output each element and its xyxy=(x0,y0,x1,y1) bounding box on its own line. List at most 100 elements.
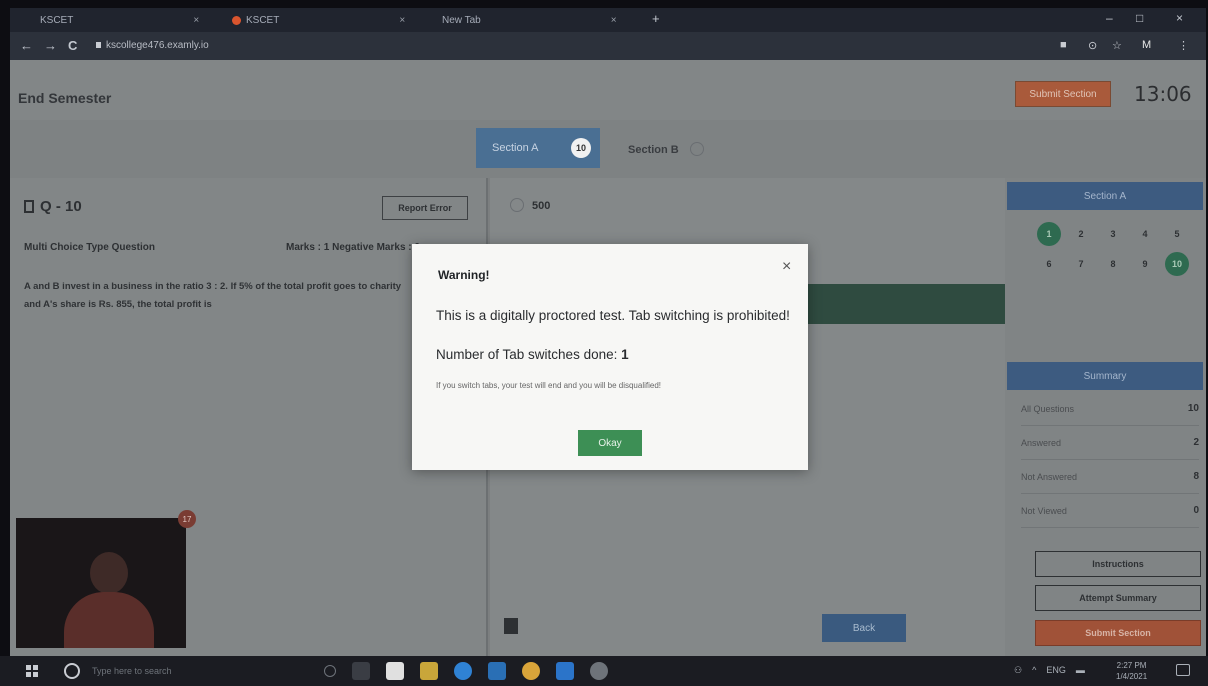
battery-icon[interactable]: ▬ xyxy=(1076,665,1085,676)
language-indicator[interactable]: ENG xyxy=(1046,665,1066,676)
dialog-note: If you switch tabs, your test will end a… xyxy=(436,381,662,390)
tab-switch-count-label: Number of Tab switches done: xyxy=(436,347,618,362)
taskbar: Type here to search ⚇ ^ ENG ▬ 2:27 PM 1/… xyxy=(0,656,1208,686)
submit-section-button[interactable]: Submit Section xyxy=(1035,620,1201,646)
maximize-button[interactable]: □ xyxy=(1136,11,1143,25)
close-icon[interactable]: × xyxy=(193,15,199,26)
task-view-icon[interactable] xyxy=(352,662,370,680)
dialog-title: Warning! xyxy=(438,268,490,282)
back-button[interactable]: Back xyxy=(822,614,906,642)
new-tab-button[interactable]: + xyxy=(652,11,660,26)
tab-switch-count: Number of Tab switches done: 1 xyxy=(436,347,629,362)
file-explorer-icon[interactable] xyxy=(420,662,438,680)
option-1-radio[interactable] xyxy=(510,198,524,212)
dialog-message: This is a digitally proctored test. Tab … xyxy=(436,308,790,323)
chrome-icon[interactable] xyxy=(522,662,540,680)
palette-question-4[interactable]: 4 xyxy=(1133,222,1157,246)
app-header: End Semester Submit Section 13:06 xyxy=(10,60,1206,120)
tab-section-a[interactable]: Section A 10 xyxy=(476,128,600,168)
question-marks: Marks : 1 Negative Marks : 0 xyxy=(286,242,420,253)
tab-section-b[interactable]: Section B xyxy=(628,144,679,156)
calendar-app-icon[interactable] xyxy=(386,662,404,680)
profile-avatar[interactable]: M xyxy=(1142,39,1151,51)
summary-row-not-viewed: Not Viewed 0 xyxy=(1021,494,1199,528)
clock-time: 2:27 PM xyxy=(1116,661,1147,670)
summary-value: 10 xyxy=(1187,403,1199,414)
close-icon[interactable]: × xyxy=(611,15,617,26)
attempt-summary-button[interactable]: Attempt Summary xyxy=(1035,585,1201,611)
camera-icon[interactable]: ■ xyxy=(1060,39,1067,51)
section-a-label: Section A xyxy=(492,142,539,154)
summary-row-answered: Answered 2 xyxy=(1021,426,1199,460)
palette-question-2[interactable]: 2 xyxy=(1069,222,1093,246)
favicon-icon xyxy=(232,15,241,25)
webcam-badge: 17 xyxy=(178,510,196,528)
reload-icon[interactable]: C xyxy=(68,38,77,53)
chevron-up-icon[interactable]: ^ xyxy=(1032,665,1036,676)
summary-label: Not Answered xyxy=(1021,471,1078,482)
summary-row-all: All Questions 10 xyxy=(1021,392,1199,426)
webcam-preview: 17 xyxy=(16,510,196,648)
tab-3-title: New Tab xyxy=(442,14,481,26)
tab-1-title: KSCET xyxy=(40,14,74,26)
summary-value: 2 xyxy=(1193,437,1199,448)
summary-row-not-answered: Not Answered 8 xyxy=(1021,460,1199,494)
option-selected-highlight[interactable] xyxy=(802,284,1006,324)
summary-label: Answered xyxy=(1021,437,1062,448)
mic-icon[interactable] xyxy=(324,665,336,677)
summary-label: All Questions xyxy=(1021,403,1075,414)
people-icon[interactable]: ⚇ xyxy=(1014,665,1022,676)
info-icon[interactable] xyxy=(690,142,704,156)
palette-question-5[interactable]: 5 xyxy=(1165,222,1189,246)
store-icon[interactable] xyxy=(488,662,506,680)
option-1-label[interactable]: 500 xyxy=(532,200,550,212)
timer: 13:06 xyxy=(1134,82,1192,106)
palette-section-header: Section A xyxy=(1007,182,1203,210)
url-field[interactable]: kscollege476.examly.io xyxy=(106,40,209,51)
palette-question-1[interactable]: 1 xyxy=(1037,222,1061,246)
bookmark-icon[interactable] xyxy=(24,200,34,213)
palette-question-9[interactable]: 9 xyxy=(1133,252,1157,276)
cortana-icon[interactable] xyxy=(64,663,80,679)
palette-question-6[interactable]: 6 xyxy=(1037,252,1061,276)
palette-question-8[interactable]: 8 xyxy=(1101,252,1125,276)
taskbar-search-input[interactable]: Type here to search xyxy=(92,666,172,676)
calculator-icon[interactable] xyxy=(504,618,518,634)
close-window-button[interactable]: × xyxy=(1176,11,1183,25)
section-bar: Section A 10 Section B xyxy=(10,120,1206,178)
back-arrow-icon[interactable]: ← xyxy=(20,38,33,53)
submit-section-button-top[interactable]: Submit Section xyxy=(1015,81,1111,107)
taskbar-clock[interactable]: 2:27 PM 1/4/2021 xyxy=(1116,660,1147,682)
tab-strip: KSCET × KSCET × New Tab × + – □ × xyxy=(10,8,1206,32)
windows-start-icon[interactable] xyxy=(26,665,38,677)
okay-button[interactable]: Okay xyxy=(578,430,642,456)
photos-icon[interactable] xyxy=(556,662,574,680)
taskbar-apps xyxy=(324,662,608,680)
forward-arrow-icon[interactable]: → xyxy=(44,38,57,53)
star-icon[interactable]: ☆ xyxy=(1112,39,1122,52)
tab-3[interactable]: New Tab × xyxy=(442,12,617,28)
menu-icon[interactable]: ⋮ xyxy=(1178,39,1189,52)
summary-value: 0 xyxy=(1193,505,1199,516)
minimize-button[interactable]: – xyxy=(1106,11,1113,25)
address-bar: ← → C kscollege476.examly.io ■ ⊙ ☆ M ⋮ xyxy=(10,32,1206,60)
webcam-person-body xyxy=(64,592,154,648)
summary-header: Summary xyxy=(1007,362,1203,390)
tab-2[interactable]: KSCET × xyxy=(232,12,405,28)
close-icon[interactable]: × xyxy=(399,15,405,26)
notification-icon[interactable] xyxy=(1176,664,1190,676)
extension-icon[interactable]: ⊙ xyxy=(1088,39,1097,52)
clock-date: 1/4/2021 xyxy=(1116,672,1148,681)
summary-value: 8 xyxy=(1193,471,1199,482)
question-text: A and B invest in a business in the rati… xyxy=(24,281,402,310)
palette-question-7[interactable]: 7 xyxy=(1069,252,1093,276)
section-a-count: 10 xyxy=(571,138,591,158)
close-icon[interactable]: × xyxy=(782,258,791,276)
palette-question-10[interactable]: 10 xyxy=(1165,252,1189,276)
report-error-button[interactable]: Report Error xyxy=(382,196,468,220)
instructions-button[interactable]: Instructions xyxy=(1035,551,1201,577)
palette-question-3[interactable]: 3 xyxy=(1101,222,1125,246)
settings-icon[interactable] xyxy=(590,662,608,680)
edge-icon[interactable] xyxy=(454,662,472,680)
tab-1[interactable]: KSCET × xyxy=(40,12,199,28)
